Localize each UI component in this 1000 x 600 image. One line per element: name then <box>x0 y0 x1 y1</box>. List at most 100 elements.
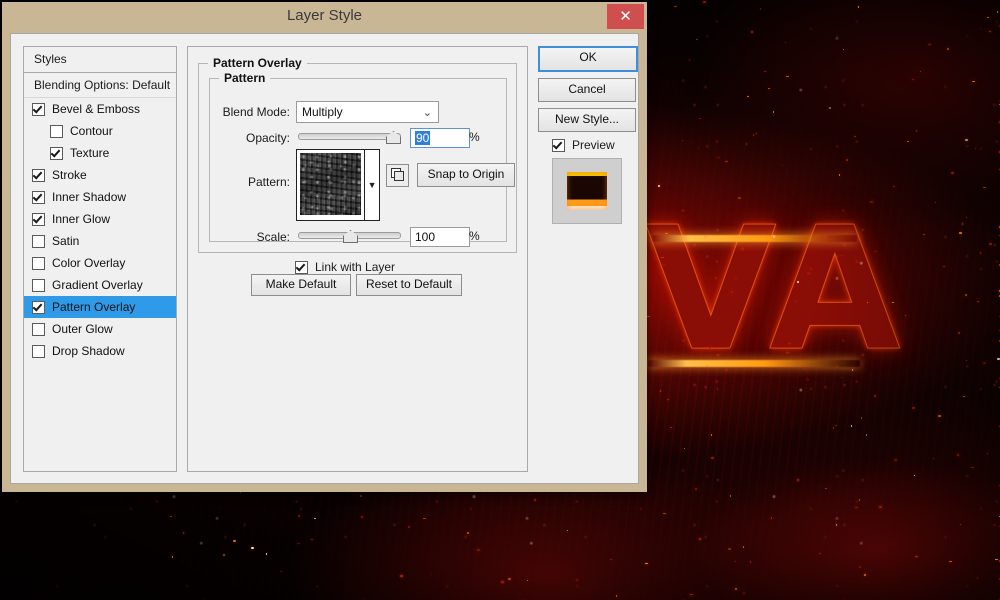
checkbox-pattern-overlay[interactable] <box>32 300 45 314</box>
blend-mode-value: Multiply <box>302 105 343 119</box>
checkbox-inner-shadow[interactable] <box>32 190 45 204</box>
dialog-titlebar: Layer Style ✕ <box>2 2 647 32</box>
sidebar-item-contour[interactable]: Contour <box>24 120 176 142</box>
dialog-body: Styles Blending Options: Default Bevel &… <box>10 33 639 484</box>
sidebar-item-stroke[interactable]: Stroke <box>24 164 176 186</box>
cancel-button[interactable]: Cancel <box>538 78 636 102</box>
sidebar-item-gradient-overlay[interactable]: Gradient Overlay <box>24 274 176 296</box>
ember-speck <box>314 518 317 519</box>
sidebar-item-pattern-overlay[interactable]: Pattern Overlay <box>24 296 176 318</box>
checkbox-satin[interactable] <box>32 234 45 248</box>
sidebar-item-label: Pattern Overlay <box>52 300 136 314</box>
styles-header[interactable]: Styles <box>24 47 176 73</box>
ember-speck <box>827 238 830 241</box>
ember-speck <box>647 315 651 317</box>
make-default-button[interactable]: Make Default <box>251 274 351 296</box>
ember-speck <box>869 201 873 204</box>
ember-speck <box>681 139 683 141</box>
link-with-layer-row[interactable]: Link with Layer <box>295 260 395 274</box>
ok-button[interactable]: OK <box>538 46 638 72</box>
ember-speck <box>767 87 770 89</box>
ember-speck <box>684 447 686 449</box>
ember-speck <box>359 494 362 497</box>
ember-speck <box>873 250 877 252</box>
opacity-slider[interactable] <box>298 129 401 144</box>
close-icon[interactable]: ✕ <box>607 4 644 29</box>
blend-mode-select[interactable]: Multiply ⌄ <box>296 101 439 123</box>
ember-speck <box>679 229 683 232</box>
ember-speck <box>666 399 669 401</box>
scale-unit: % <box>469 229 480 243</box>
snap-to-origin-button[interactable]: Snap to Origin <box>417 163 515 187</box>
sidebar-item-inner-glow[interactable]: Inner Glow <box>24 208 176 230</box>
opacity-unit: % <box>469 130 480 144</box>
sidebar-item-bevel-emboss[interactable]: Bevel & Emboss <box>24 98 176 120</box>
checkbox-outer-glow[interactable] <box>32 322 45 336</box>
link-with-layer-label: Link with Layer <box>315 260 396 274</box>
ember-speck <box>907 140 910 142</box>
sidebar-item-drop-shadow[interactable]: Drop Shadow <box>24 340 176 362</box>
ember-speck <box>741 247 745 250</box>
preview-row[interactable]: Preview <box>552 138 636 152</box>
reset-to-default-button[interactable]: Reset to Default <box>356 274 462 296</box>
checkbox-preview[interactable] <box>552 138 565 152</box>
sidebar-item-label: Contour <box>70 124 113 138</box>
pattern-picker[interactable]: ▼ <box>296 149 380 221</box>
checkbox-inner-glow[interactable] <box>32 212 45 226</box>
new-pattern-icon[interactable] <box>386 164 409 187</box>
ember-speck <box>696 38 699 40</box>
sidebar-item-label: Gradient Overlay <box>52 278 143 292</box>
ember-speck <box>689 593 693 595</box>
opacity-slider-track <box>298 133 401 140</box>
checkbox-contour[interactable] <box>50 124 63 138</box>
ember-speck <box>972 81 975 82</box>
blend-mode-label: Blend Mode: <box>222 105 290 119</box>
new-style-button[interactable]: New Style... <box>538 108 636 132</box>
sidebar-item-outer-glow[interactable]: Outer Glow <box>24 318 176 340</box>
blending-options-item[interactable]: Blending Options: Default <box>24 73 176 98</box>
opacity-input[interactable]: 90 <box>410 128 470 148</box>
checkbox-texture[interactable] <box>50 146 63 160</box>
ember-speck <box>996 10 998 13</box>
ember-speck <box>500 580 504 583</box>
checkbox-gradient-overlay[interactable] <box>32 278 45 292</box>
ember-speck <box>959 231 963 234</box>
sidebar-item-satin[interactable]: Satin <box>24 230 176 252</box>
ember-speck <box>745 142 747 145</box>
ember-speck <box>807 272 811 274</box>
sidebar-item-color-overlay[interactable]: Color Overlay <box>24 252 176 274</box>
checkbox-color-overlay[interactable] <box>32 256 45 270</box>
ember-speck <box>733 277 737 279</box>
pattern-overlay-group-label: Pattern Overlay <box>208 56 307 70</box>
sidebar-item-label: Drop Shadow <box>52 344 125 358</box>
ember-speck <box>729 494 731 497</box>
preview-label: Preview <box>572 138 615 152</box>
sidebar-item-texture[interactable]: Texture <box>24 142 176 164</box>
ember-speck <box>698 537 701 540</box>
ember-speck <box>839 173 841 176</box>
scale-input[interactable]: 100 <box>410 227 470 247</box>
ember-speck <box>694 487 697 490</box>
ember-speck <box>171 555 173 558</box>
checkbox-drop-shadow[interactable] <box>32 344 45 358</box>
pattern-dropdown-arrow-icon[interactable]: ▼ <box>364 150 379 220</box>
ember-speck <box>770 517 772 520</box>
checkbox-bevel-emboss[interactable] <box>32 102 45 116</box>
ember-speck <box>891 302 894 304</box>
ember-speck <box>297 514 300 517</box>
ember-speck <box>786 351 790 353</box>
ember-speck <box>858 498 860 501</box>
scale-slider[interactable] <box>298 228 401 243</box>
sidebar-item-label: Bevel & Emboss <box>52 102 141 116</box>
ember-speck <box>915 555 919 557</box>
sidebar-item-inner-shadow[interactable]: Inner Shadow <box>24 186 176 208</box>
checkbox-link-with-layer[interactable] <box>295 260 308 274</box>
ember-speck <box>845 158 848 161</box>
ember-speck <box>575 579 578 582</box>
ember-speck <box>965 359 967 361</box>
pattern-swatch[interactable] <box>300 153 362 215</box>
ember-speck <box>919 70 921 72</box>
checkbox-stroke[interactable] <box>32 168 45 182</box>
dialog-title: Layer Style <box>286 7 363 24</box>
ember-speck <box>964 293 967 296</box>
